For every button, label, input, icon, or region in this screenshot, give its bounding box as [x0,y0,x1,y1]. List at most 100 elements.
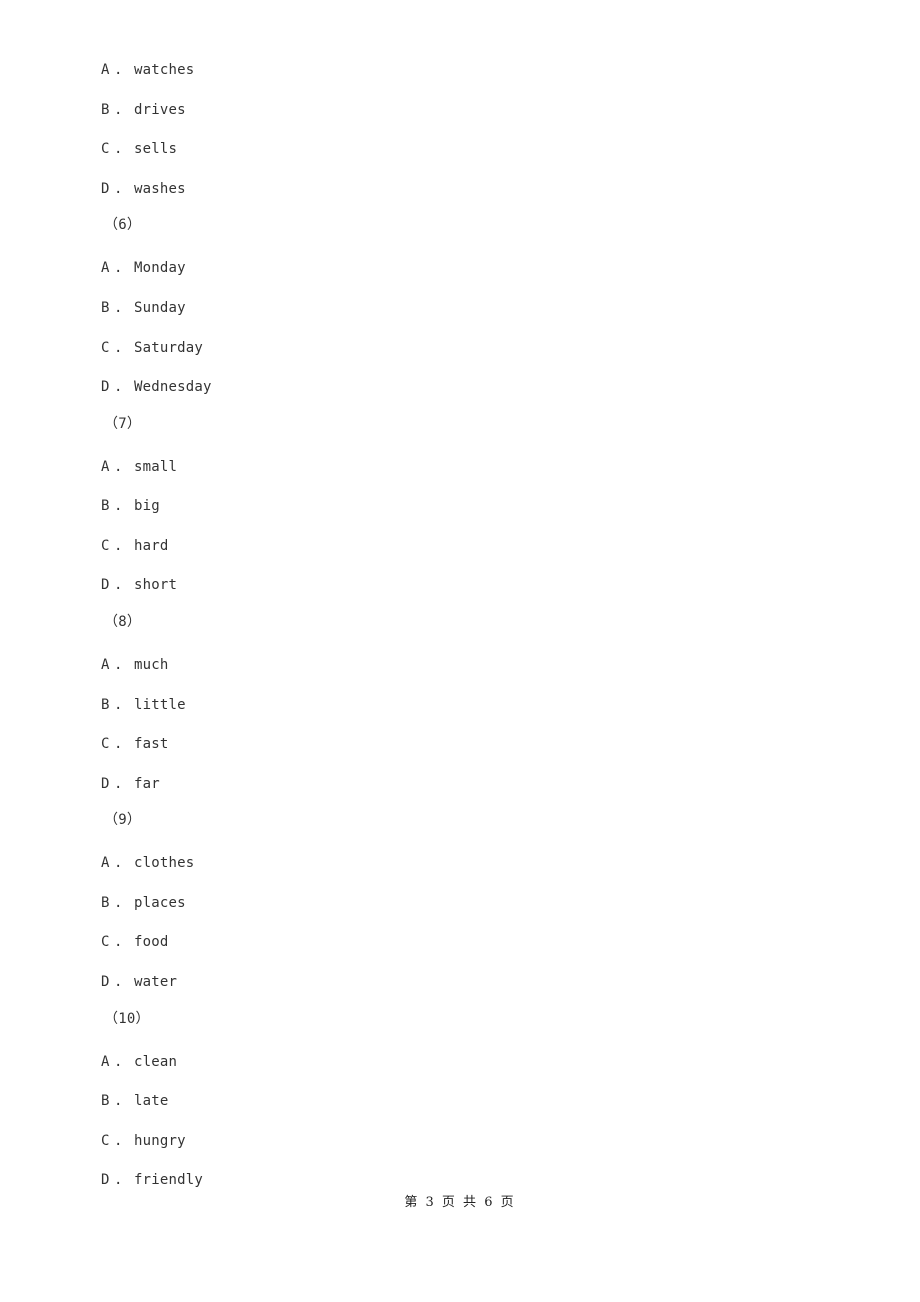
option-separator: . [114,577,123,594]
option-letter: A [101,1053,110,1070]
answer-option: A. clothes [101,854,194,872]
page-footer: 第 3 页 共 6 页 [404,1195,516,1210]
option-separator: . [114,101,123,118]
answer-option: B. little [101,696,186,714]
option-separator: . [114,656,123,673]
option-letter: A [101,458,110,475]
answer-option: B. places [101,894,186,912]
answer-option: A. Monday [101,259,186,277]
option-text: fast [134,736,169,753]
option-separator: . [114,458,123,475]
option-letter: D [101,379,110,396]
question-number: （8） [104,613,142,630]
option-letter: C [101,537,110,554]
option-text: Saturday [134,339,204,356]
option-letter: A [101,260,110,277]
option-text: Sunday [134,299,186,316]
option-letter: B [101,498,110,515]
option-separator: . [114,894,123,911]
option-text: washes [134,180,186,197]
option-letter: C [101,934,110,951]
option-letter: D [101,775,110,792]
option-separator: . [114,934,123,951]
option-letter: D [101,180,110,197]
option-separator: . [114,736,123,753]
answer-option: D. water [101,973,177,991]
option-letter: C [101,339,110,356]
answer-option: C. sells [101,140,177,158]
question-number: （7） [104,415,142,432]
option-letter: A [101,855,110,872]
option-separator: . [114,299,123,316]
option-separator: . [114,260,123,277]
option-text: friendly [134,1172,204,1189]
option-text: small [134,458,178,475]
option-letter: D [101,1172,110,1189]
option-separator: . [114,379,123,396]
answer-option: D. Wednesday [101,378,212,396]
option-separator: . [114,339,123,356]
option-separator: . [114,696,123,713]
option-letter: A [101,62,110,78]
option-text: little [134,696,186,713]
document-page: A. watches B. drives C. sells D. washes （6） A. Mon… [0,0,920,1302]
answer-option: A. clean [101,1053,177,1071]
question-number: （10） [104,1010,150,1027]
option-text: sells [134,141,178,158]
answer-option: C. food [101,933,169,951]
option-separator: . [114,974,123,990]
answer-option: C. fast [101,735,169,753]
option-letter: D [101,974,110,990]
option-text: hungry [134,1132,186,1149]
option-letter: C [101,1132,110,1149]
answer-option: B. Sunday [101,299,186,317]
option-text: places [134,894,186,911]
option-letter: B [101,299,110,316]
option-separator: . [114,537,123,554]
option-text: clothes [134,855,195,872]
option-text: clean [134,1053,178,1070]
option-separator: . [114,141,123,158]
answer-option: B. late [101,1092,169,1110]
option-separator: . [114,855,123,872]
option-separator: . [114,180,123,197]
option-separator: . [114,1132,123,1149]
question-number: （9） [104,812,142,829]
answer-option: D. friendly [101,1171,203,1189]
option-text: hard [134,537,169,554]
option-separator: . [114,775,123,792]
answer-option: A. much [101,656,169,674]
answer-option: C. Saturday [101,339,203,357]
option-text: late [134,1093,169,1110]
option-letter: C [101,141,110,158]
answer-option: A. watches [101,61,194,79]
answer-option: C. hard [101,537,169,555]
answer-option: B. big [101,497,160,515]
option-text: Wednesday [134,379,212,396]
option-text: much [134,656,169,673]
option-text: water [134,974,178,990]
option-letter: A [101,656,110,673]
answer-option: D. washes [101,180,186,198]
option-text: food [134,934,169,951]
option-letter: D [101,577,110,594]
answer-option: A. small [101,458,177,476]
option-letter: B [101,894,110,911]
option-text: short [134,577,178,594]
answer-option: D. short [101,576,177,594]
option-text: Monday [134,260,186,277]
answer-option: C. hungry [101,1132,186,1150]
option-text: big [134,498,160,515]
option-separator: . [114,498,123,515]
option-letter: B [101,696,110,713]
option-letter: C [101,736,110,753]
option-text: far [134,775,160,792]
option-letter: B [101,101,110,118]
option-separator: . [114,1053,123,1070]
option-text: drives [134,101,186,118]
option-letter: B [101,1093,110,1110]
answer-option: D. far [101,775,160,793]
option-separator: . [114,1093,123,1110]
answer-option: B. drives [101,101,186,119]
option-separator: . [114,62,123,78]
